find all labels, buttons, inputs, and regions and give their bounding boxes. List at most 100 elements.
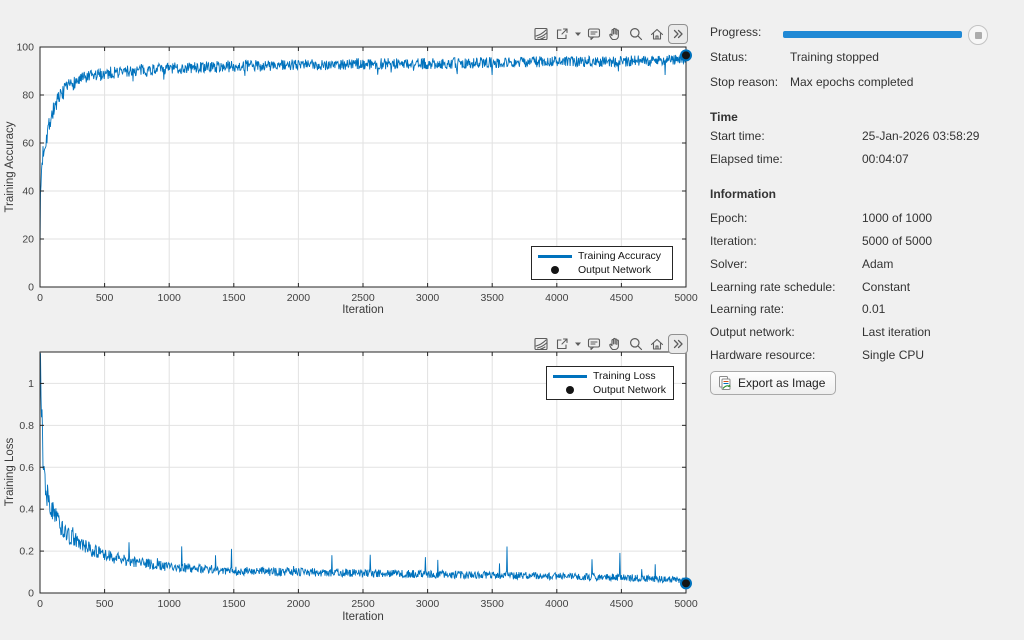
accuracy-legend: Training Accuracy Output Network <box>531 246 673 280</box>
status-value: Training stopped <box>790 50 879 64</box>
loss-chart-panel: 0500100015002000250030003500400045005000… <box>0 330 700 640</box>
y-tick-label: 40 <box>22 186 34 198</box>
x-tick-label: 2500 <box>351 292 375 304</box>
restore-view-icon[interactable] <box>647 24 667 44</box>
learning-rate-schedule-label: Learning rate schedule: <box>710 280 835 294</box>
x-tick-label: 1500 <box>222 292 246 304</box>
datatips-icon[interactable] <box>584 24 604 44</box>
epoch-label: Epoch: <box>710 211 747 225</box>
x-tick-label: 5000 <box>674 598 698 610</box>
x-tick-label: 1000 <box>158 598 182 610</box>
expand-icon[interactable] <box>668 334 688 354</box>
expand-icon[interactable] <box>668 24 688 44</box>
y-tick-label: 100 <box>16 42 34 54</box>
accuracy-x-axis-label: Iteration <box>342 304 384 316</box>
loss-legend: Training Loss Output Network <box>546 366 674 400</box>
elapsed-time-label: Elapsed time: <box>710 152 783 166</box>
learning-rate-value: 0.01 <box>862 302 885 316</box>
hardware-resource-label: Hardware resource: <box>710 348 815 362</box>
x-tick-label: 500 <box>96 598 114 610</box>
output-network-value: Last iteration <box>862 325 931 339</box>
output-network-marker <box>681 578 691 588</box>
legend-row: Training Accuracy <box>532 249 672 263</box>
solver-value: Adam <box>862 257 893 271</box>
x-tick-label: 4500 <box>610 292 634 304</box>
export-image-icon <box>717 375 733 391</box>
legend-sample <box>547 386 593 394</box>
time-section-header: Time <box>710 110 738 124</box>
x-tick-label: 3500 <box>481 292 505 304</box>
x-tick-label: 2500 <box>351 598 375 610</box>
progress-bar <box>783 31 962 38</box>
export-icon[interactable] <box>552 24 572 44</box>
training-info-panel: Progress: Status: Training stopped Stop … <box>700 0 1024 640</box>
stop-reason-label: Stop reason: <box>710 75 778 89</box>
learning-rate-label: Learning rate: <box>710 302 784 316</box>
elapsed-time-value: 00:04:07 <box>862 152 909 166</box>
x-tick-label: 3500 <box>481 598 505 610</box>
legend-label-output-network: Output Network <box>578 264 651 276</box>
stop-icon <box>975 32 982 39</box>
x-tick-label: 2000 <box>287 598 311 610</box>
x-tick-label: 0 <box>37 598 43 610</box>
hardware-resource-value: Single CPU <box>862 348 924 362</box>
pan-icon[interactable] <box>605 334 625 354</box>
loss-x-axis-label: Iteration <box>342 611 384 623</box>
pan-icon[interactable] <box>605 24 625 44</box>
progress-label: Progress: <box>710 25 761 39</box>
loss-axes-toolbar <box>531 333 688 355</box>
epoch-value: 1000 of 1000 <box>862 211 932 225</box>
solver-label: Solver: <box>710 257 747 271</box>
y-tick-label: 1 <box>28 378 34 390</box>
export-as-image-button[interactable]: Export as Image <box>710 371 836 395</box>
x-tick-label: 3000 <box>416 598 440 610</box>
iteration-label: Iteration: <box>710 234 757 248</box>
accuracy-y-axis-label: Training Accuracy <box>4 122 16 213</box>
x-tick-label: 4000 <box>545 292 569 304</box>
export-button-label: Export as Image <box>738 376 825 390</box>
status-label: Status: <box>710 50 747 64</box>
legend-dot-sample <box>566 386 574 394</box>
iteration-value: 5000 of 5000 <box>862 234 932 248</box>
output-network-label: Output network: <box>710 325 795 339</box>
legend-line-sample <box>538 255 572 258</box>
zoom-icon[interactable] <box>626 334 646 354</box>
legend-line-sample <box>553 375 587 378</box>
zoom-icon[interactable] <box>626 24 646 44</box>
x-tick-label: 5000 <box>674 292 698 304</box>
y-tick-label: 60 <box>22 138 34 150</box>
output-network-marker <box>681 50 691 60</box>
learning-rate-schedule-value: Constant <box>862 280 910 294</box>
brush-icon[interactable] <box>531 24 551 44</box>
datatips-icon[interactable] <box>584 334 604 354</box>
legend-label-training-loss: Training Loss <box>593 370 656 382</box>
y-tick-label: 80 <box>22 90 34 102</box>
y-tick-label: 0.8 <box>19 420 34 432</box>
accuracy-plot: 0500100015002000250030003500400045005000… <box>0 0 700 330</box>
stop-reason-value: Max epochs completed <box>790 75 913 89</box>
x-tick-label: 2000 <box>287 292 311 304</box>
export-icon[interactable] <box>552 334 572 354</box>
brush-icon[interactable] <box>531 334 551 354</box>
legend-dot-sample <box>551 266 559 274</box>
accuracy-axes-toolbar <box>531 23 688 45</box>
stop-button[interactable] <box>968 25 988 45</box>
restore-view-icon[interactable] <box>647 334 667 354</box>
x-tick-label: 1500 <box>222 598 246 610</box>
legend-row: Output Network <box>532 263 672 277</box>
x-tick-label: 4500 <box>610 598 634 610</box>
y-tick-label: 20 <box>22 234 34 246</box>
accuracy-chart-panel: 0500100015002000250030003500400045005000… <box>0 0 700 330</box>
x-tick-label: 500 <box>96 292 114 304</box>
x-tick-label: 3000 <box>416 292 440 304</box>
start-time-value: 25-Jan-2026 03:58:29 <box>862 129 979 143</box>
start-time-label: Start time: <box>710 129 765 143</box>
legend-sample <box>532 266 578 274</box>
x-tick-label: 0 <box>37 292 43 304</box>
legend-row: Training Loss <box>547 369 673 383</box>
y-tick-label: 0.2 <box>19 546 34 558</box>
y-tick-label: 0.6 <box>19 462 34 474</box>
export-dropdown-caret-icon[interactable] <box>573 24 583 44</box>
y-tick-label: 0 <box>28 282 34 294</box>
export-dropdown-caret-icon[interactable] <box>573 334 583 354</box>
